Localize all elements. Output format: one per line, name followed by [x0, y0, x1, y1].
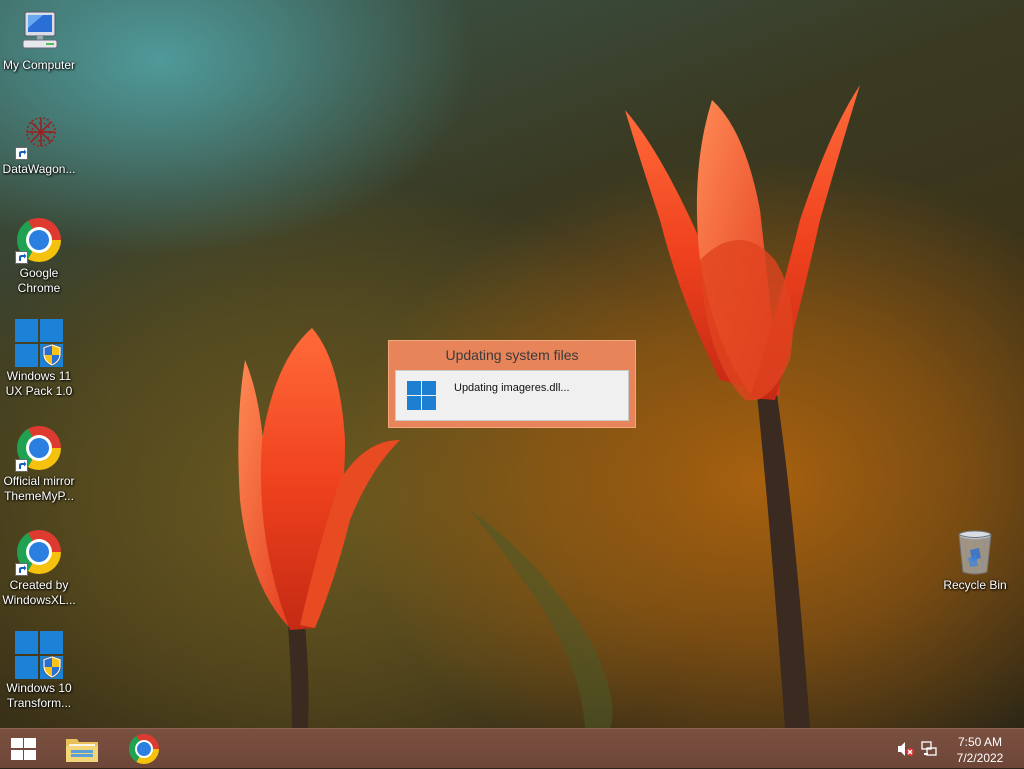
- desktop-icon-label: Official mirror ThemeMyP...: [3, 474, 75, 503]
- shortcut-arrow-icon: [15, 459, 28, 472]
- uac-shield-icon: [42, 655, 62, 679]
- shortcut-arrow-icon: [15, 251, 28, 264]
- volume-muted-icon[interactable]: [897, 741, 915, 757]
- windows-logo-icon: [407, 381, 437, 411]
- chrome-icon: [15, 528, 63, 576]
- network-icon[interactable]: [921, 741, 939, 757]
- desktop-icon-official-mirror[interactable]: Official mirror ThemeMyP...: [0, 424, 79, 504]
- desktop-icon-label: Windows 11 UX Pack 1.0: [5, 369, 73, 398]
- windows-shield-icon: [15, 631, 63, 679]
- desktop-icon-windows-10-transform[interactable]: Windows 10 Transform...: [0, 631, 79, 711]
- desktop-icon-label: Google Chrome: [17, 266, 61, 295]
- computer-icon: [15, 8, 63, 56]
- dialog-status-message: Updating imageres.dll...: [454, 382, 570, 394]
- taskbar: 7:50 AM 7/2/2022: [0, 728, 1024, 768]
- desktop-icon-label: DataWagon...: [2, 162, 76, 176]
- chrome-icon: [129, 734, 159, 764]
- folder-icon: [66, 739, 98, 762]
- desktop-icon-label: Created by WindowsXL...: [2, 578, 76, 607]
- shortcut-arrow-icon: [15, 147, 28, 160]
- desktop-icon-label: My Computer: [2, 58, 76, 72]
- dialog-body: Updating imageres.dll...: [395, 370, 629, 421]
- desktop-icon-my-computer[interactable]: My Computer: [0, 8, 79, 73]
- desktop-icon-datawagon[interactable]: DataWagon...: [0, 112, 79, 177]
- windows-shield-icon: [15, 319, 63, 367]
- recycle-bin-icon: [951, 528, 999, 576]
- taskbar-google-chrome[interactable]: [120, 729, 168, 769]
- windows-logo-icon: [11, 738, 37, 760]
- chrome-icon: [15, 216, 63, 264]
- desktop-icon-created-by-windowsxl[interactable]: Created by WindowsXL...: [0, 528, 79, 608]
- dialog-title: Updating system files: [445, 347, 579, 363]
- desktop-icon-recycle-bin[interactable]: Recycle Bin: [935, 528, 1015, 593]
- system-clock[interactable]: 7:50 AM 7/2/2022: [940, 734, 1020, 766]
- uac-shield-icon: [42, 343, 62, 367]
- start-button[interactable]: [0, 729, 48, 769]
- taskbar-file-explorer[interactable]: [58, 729, 106, 769]
- clock-time: 7:50 AM: [957, 735, 1003, 749]
- update-progress-dialog: Updating system files Updating imageres.…: [388, 340, 636, 428]
- clock-date: 7/2/2022: [956, 751, 1004, 765]
- desktop-icon-windows-11-ux-pack[interactable]: Windows 11 UX Pack 1.0: [0, 319, 79, 399]
- desktop-icon-label: Recycle Bin: [943, 578, 1007, 592]
- desktop-icon-google-chrome[interactable]: Google Chrome: [0, 216, 79, 296]
- chrome-icon: [15, 424, 63, 472]
- desktop-icon-label: Windows 10 Transform...: [6, 681, 72, 710]
- shortcut-arrow-icon: [15, 563, 28, 576]
- datawagon-icon: [15, 112, 63, 160]
